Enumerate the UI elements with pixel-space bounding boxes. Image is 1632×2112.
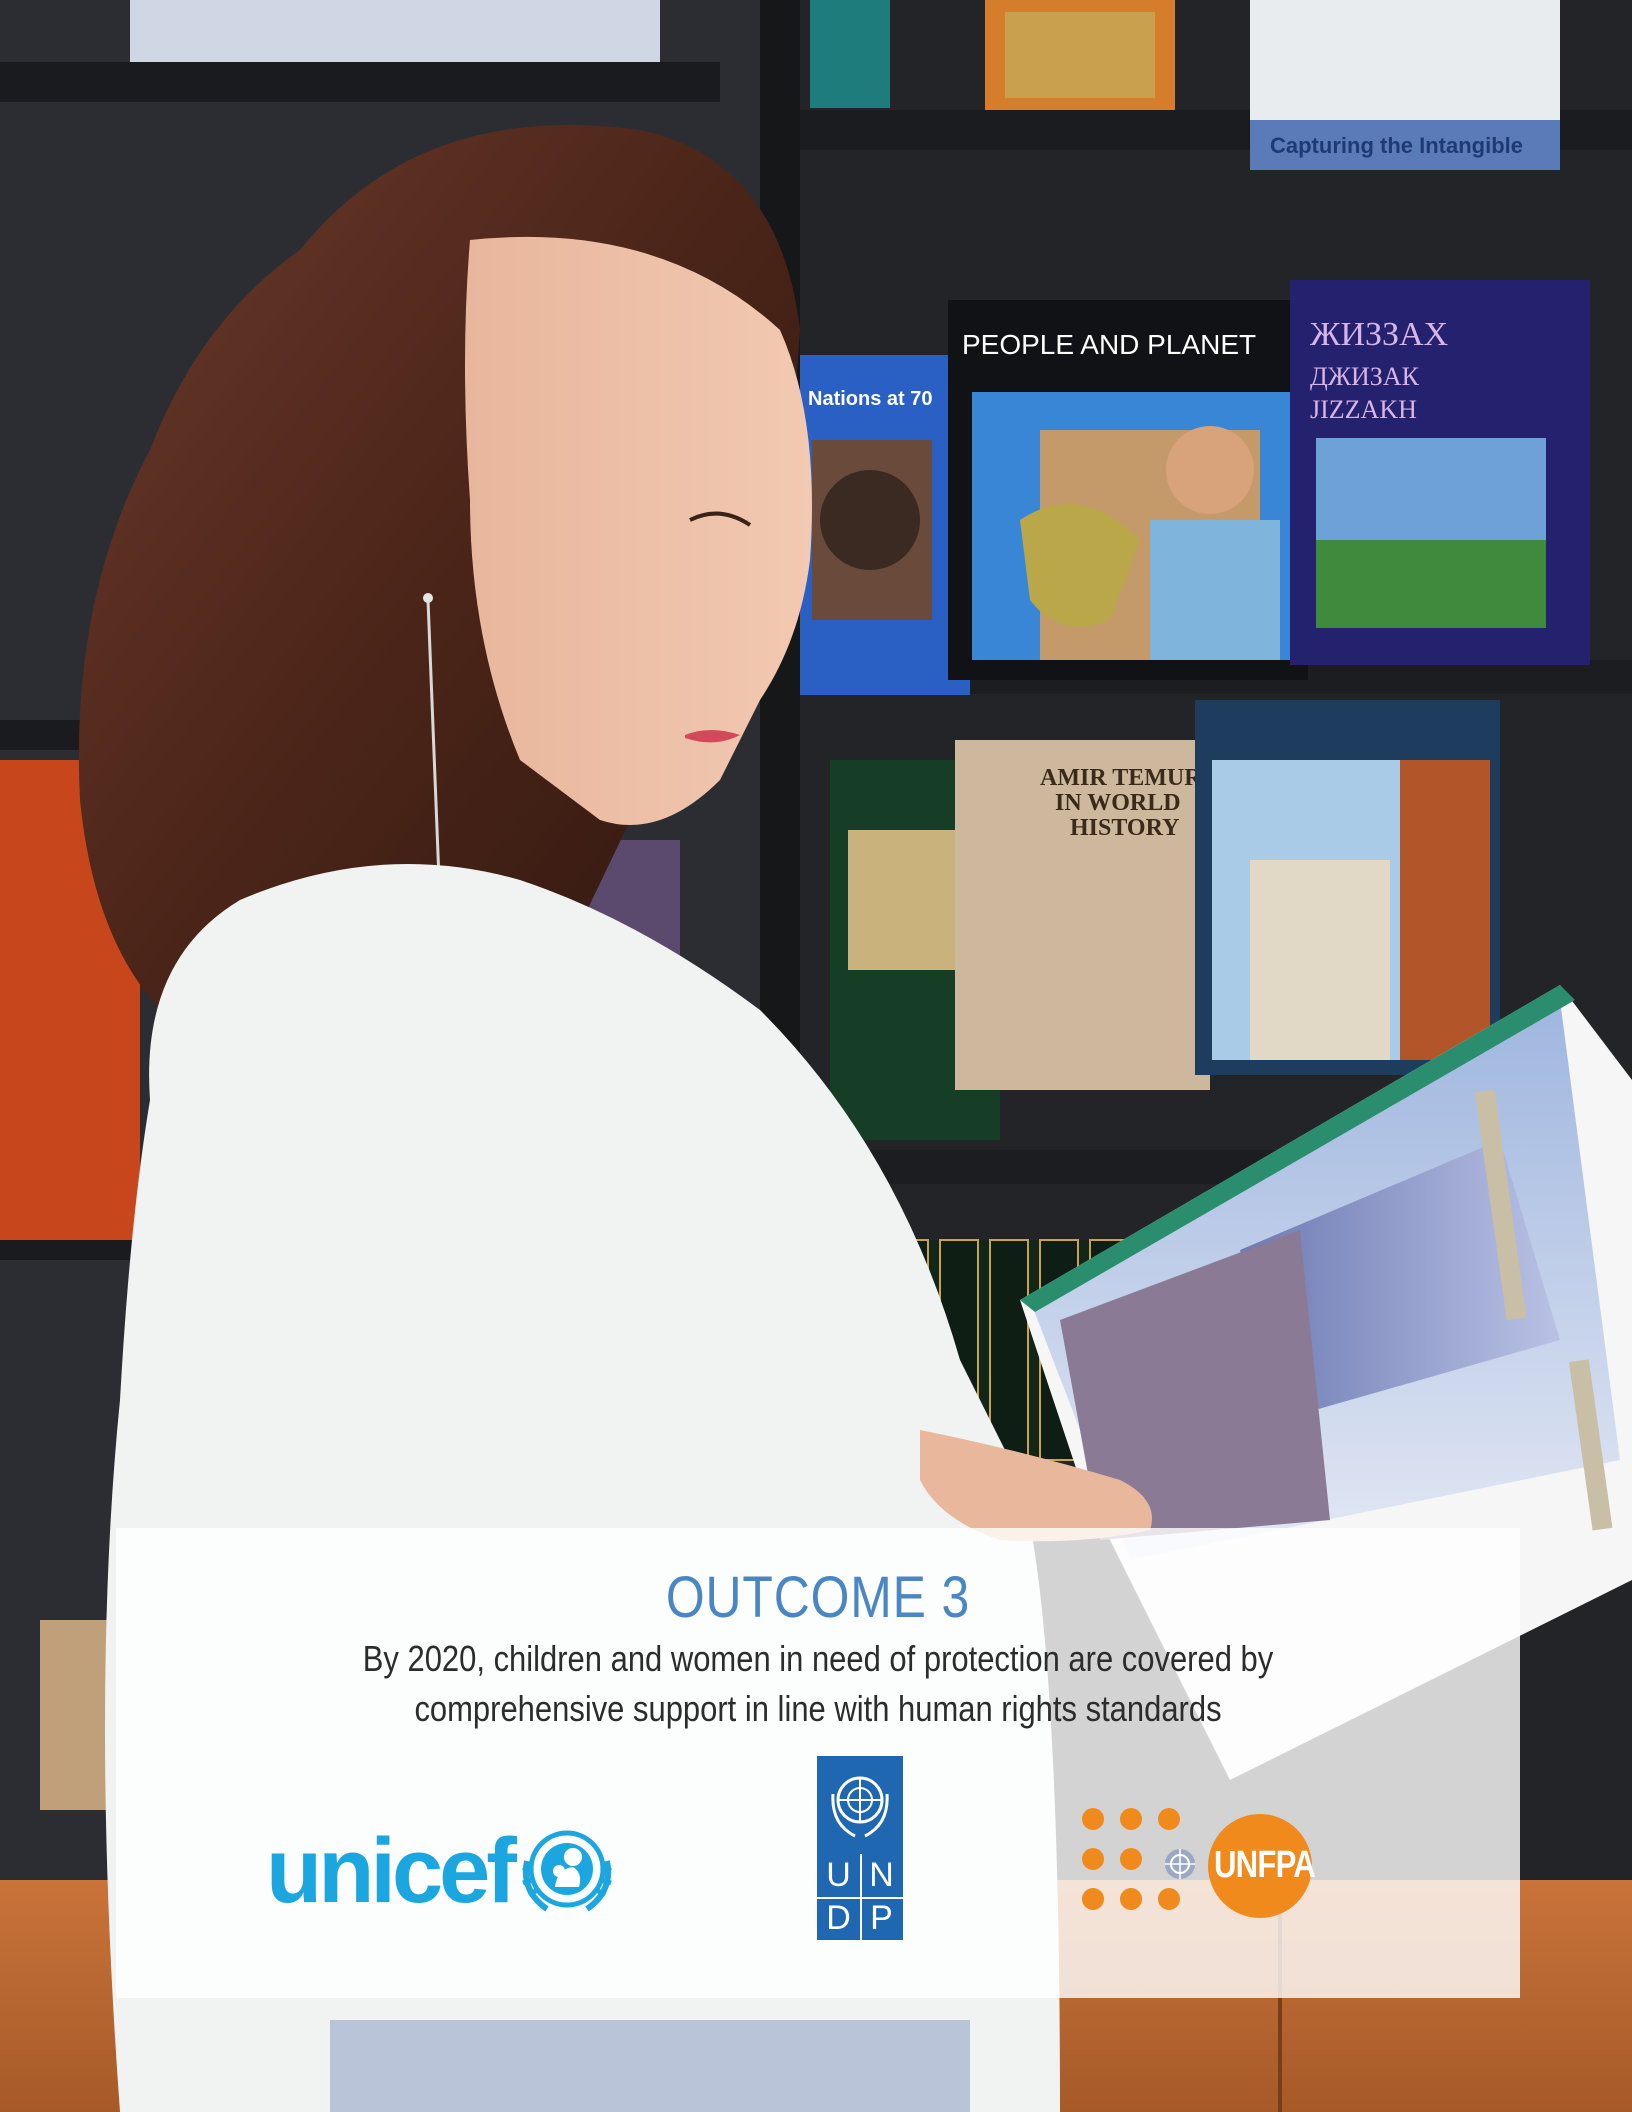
outcome-panel: OUTCOME 3 By 2020, children and women in… (116, 1528, 1520, 1998)
outcome-description: By 2020, children and women in need of p… (266, 1634, 1370, 1734)
book-amir-temur-line3: HISTORY (1070, 815, 1179, 841)
undp-letter-p: P (870, 1899, 893, 1937)
book-people-planet-title: PEOPLE AND PLANET (962, 329, 1256, 360)
undp-letter-u: U (817, 1854, 862, 1899)
unfpa-dot-icon (1082, 1808, 1104, 1830)
undp-letter-d: D (817, 1897, 862, 1940)
un-globe-icon (831, 1776, 889, 1838)
unicef-wordmark: unicef (266, 1820, 517, 1922)
outcome-description-line-2: comprehensive support in line with human… (414, 1688, 1222, 1729)
book-jizzakh-line2: ДЖИЗАК (1310, 362, 1420, 391)
undp-logo: U N D P (817, 1756, 903, 1940)
unfpa-dot-icon (1158, 1888, 1180, 1910)
book-amir-temur-line1: AMIR TEMUR (1040, 765, 1202, 791)
undp-letter-n: N (860, 1854, 903, 1899)
unfpa-dot-icon (1120, 1808, 1142, 1830)
unfpa-dot-icon (1120, 1848, 1142, 1870)
outcome-description-line-1: By 2020, children and women in need of p… (362, 1638, 1274, 1679)
book-intangible-title: Capturing the Intangible (1270, 133, 1523, 158)
outcome-title: OUTCOME 3 (665, 1565, 971, 1630)
unfpa-dot-icon (1082, 1888, 1104, 1910)
unfpa-dot-icon (1120, 1888, 1142, 1910)
book-nations-title: Nations at 70 (808, 388, 932, 410)
unicef-emblem-icon (522, 1830, 612, 1912)
unfpa-logo: UNFPA (1082, 1806, 1322, 1918)
book-amir-temur-line2: IN WORLD (1055, 790, 1181, 816)
unfpa-dot-icon (1082, 1848, 1104, 1870)
unfpa-wordmark: UNFPA (1214, 1844, 1316, 1886)
book-jizzakh-line3: JIZZAKH (1310, 395, 1417, 424)
unicef-logo: unicef (266, 1816, 646, 1926)
book-jizzakh-line1: ЖИЗЗАХ (1310, 316, 1448, 353)
un-globe-icon (1165, 1849, 1195, 1879)
unfpa-dot-icon (1158, 1808, 1180, 1830)
